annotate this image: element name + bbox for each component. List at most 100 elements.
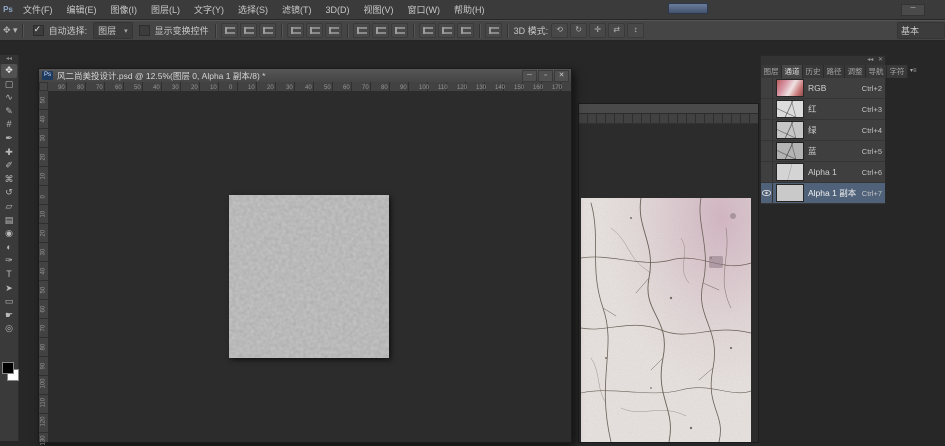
- panel-tab[interactable]: 导航: [866, 65, 887, 78]
- align-vertical-centers-icon[interactable]: [240, 23, 257, 38]
- minimize-app-button[interactable]: ─: [901, 4, 925, 16]
- gradient-tool[interactable]: ▤: [1, 214, 17, 228]
- healing-brush-tool[interactable]: ✚: [1, 146, 17, 160]
- document-titlebar[interactable]: Ps 风二尚美投设计.psd @ 12.5%(图层 0, Alpha 1 副本/…: [39, 69, 571, 83]
- 3d-scale-icon[interactable]: ↕: [627, 23, 644, 38]
- channel-row[interactable]: Alpha 1 副本Ctrl+7: [761, 183, 885, 204]
- visibility-toggle[interactable]: [761, 120, 773, 140]
- distribute-vertical-centers-icon[interactable]: [372, 23, 389, 38]
- zoom-tool[interactable]: ◎: [1, 322, 17, 336]
- menu-item[interactable]: 文件(F): [16, 5, 60, 15]
- panel-tab[interactable]: 历史: [803, 65, 824, 78]
- menu-item[interactable]: 滤镜(T): [275, 5, 319, 15]
- panel-tab[interactable]: 路径: [824, 65, 845, 78]
- marquee-tool[interactable]: ▢: [1, 78, 17, 92]
- channel-name: Alpha 1: [808, 167, 862, 177]
- panel-tab[interactable]: 调整: [845, 65, 866, 78]
- divider: [22, 24, 23, 38]
- workspace-switcher[interactable]: 基本: [897, 22, 945, 39]
- eraser-tool[interactable]: ▱: [1, 200, 17, 214]
- panel-tab[interactable]: 图层: [761, 65, 782, 78]
- menu-item[interactable]: 窗口(W): [401, 5, 448, 15]
- channel-name: RGB: [808, 83, 862, 93]
- crop-tool[interactable]: #: [1, 118, 17, 132]
- align-top-edges-icon[interactable]: [221, 23, 238, 38]
- collapse-panel-icon[interactable]: ◂◂: [867, 57, 873, 63]
- channel-shortcut: Ctrl+3: [862, 105, 882, 114]
- 3d-drag-icon[interactable]: ✛: [589, 23, 606, 38]
- menu-item[interactable]: 3D(D): [319, 5, 357, 15]
- menu-item[interactable]: 文字(Y): [187, 5, 231, 15]
- pen-tool[interactable]: ✑: [1, 254, 17, 268]
- auto-select-dropdown[interactable]: 图层 ▾: [93, 22, 133, 39]
- lasso-tool[interactable]: ∿: [1, 91, 17, 105]
- document-window[interactable]: Ps 风二尚美投设计.psd @ 12.5%(图层 0, Alpha 1 副本/…: [38, 68, 572, 443]
- channel-row[interactable]: 红Ctrl+3: [761, 99, 885, 120]
- 3d-slide-icon[interactable]: ⇄: [608, 23, 625, 38]
- channel-row[interactable]: Alpha 1Ctrl+6: [761, 162, 885, 183]
- dodge-tool[interactable]: ◐: [1, 241, 17, 255]
- blur-tool[interactable]: ◉: [1, 227, 17, 241]
- visibility-toggle[interactable]: [761, 162, 773, 182]
- channel-row[interactable]: RGBCtrl+2: [761, 78, 885, 99]
- eyedropper-tool[interactable]: ✒: [1, 132, 17, 146]
- channel-row[interactable]: 蓝Ctrl+5: [761, 141, 885, 162]
- visibility-toggle[interactable]: [761, 78, 773, 98]
- history-brush-tool[interactable]: ↺: [1, 186, 17, 200]
- quick-selection-tool[interactable]: ✎: [1, 105, 17, 119]
- canvas-area[interactable]: [48, 91, 571, 442]
- 3d-rotate-icon[interactable]: ⟲: [551, 23, 568, 38]
- distribute-right-edges-icon[interactable]: [457, 23, 474, 38]
- floating-window-fragment[interactable]: [668, 3, 708, 14]
- background-document-titlebar[interactable]: [579, 104, 758, 114]
- align-horizontal-centers-icon[interactable]: [306, 23, 323, 38]
- menu-item[interactable]: 编辑(E): [60, 5, 104, 15]
- show-transform-checkbox[interactable]: [139, 25, 150, 36]
- foreground-color-swatch[interactable]: [2, 362, 14, 374]
- visibility-toggle[interactable]: [761, 141, 773, 161]
- clone-stamp-tool[interactable]: ⌘: [1, 173, 17, 187]
- auto-align-layers-icon[interactable]: [485, 23, 502, 38]
- background-document-ruler: [579, 114, 758, 124]
- channel-shortcut: Ctrl+6: [862, 168, 882, 177]
- menu-item[interactable]: 选择(S): [231, 5, 275, 15]
- align-left-edges-icon[interactable]: [287, 23, 304, 38]
- v-ruler-label: 10: [41, 171, 47, 180]
- close-panel-icon[interactable]: ✕: [878, 57, 883, 63]
- channel-row[interactable]: 绿Ctrl+4: [761, 120, 885, 141]
- align-right-edges-icon[interactable]: [325, 23, 342, 38]
- channel-name: Alpha 1 副本: [808, 187, 862, 199]
- menu-item[interactable]: 帮助(H): [447, 5, 492, 15]
- restore-window-button[interactable]: ▫: [538, 70, 553, 82]
- minimize-window-button[interactable]: ─: [522, 70, 537, 82]
- distribute-top-edges-icon[interactable]: [353, 23, 370, 38]
- type-tool[interactable]: T: [1, 268, 17, 282]
- menu-item[interactable]: 图层(L): [144, 5, 187, 15]
- divider: [347, 24, 348, 38]
- visibility-toggle[interactable]: [761, 99, 773, 119]
- distribute-left-edges-icon[interactable]: [419, 23, 436, 38]
- channel-thumbnail: [776, 163, 804, 181]
- panel-menu-icon[interactable]: ▾≡: [908, 65, 919, 78]
- distribute-horizontal-centers-icon[interactable]: [438, 23, 455, 38]
- menu-item[interactable]: 图像(I): [104, 5, 145, 15]
- shape-tool[interactable]: ▭: [1, 295, 17, 309]
- 3d-roll-icon[interactable]: ↻: [570, 23, 587, 38]
- panel-tab[interactable]: 通道: [782, 65, 803, 78]
- panel-tab[interactable]: 字符: [887, 65, 908, 78]
- cracked-texture-image[interactable]: [581, 198, 751, 442]
- align-bottom-edges-icon[interactable]: [259, 23, 276, 38]
- background-document-window[interactable]: [578, 103, 759, 443]
- tool-preset-icon[interactable]: ✥ ▾: [3, 25, 18, 36]
- auto-select-checkbox[interactable]: [33, 25, 44, 36]
- brush-tool[interactable]: ✐: [1, 159, 17, 173]
- menu-item[interactable]: 视图(V): [357, 5, 401, 15]
- visibility-toggle[interactable]: [761, 183, 773, 203]
- canvas-image[interactable]: [229, 195, 389, 358]
- close-window-button[interactable]: ✕: [554, 70, 569, 82]
- collapse-tools-icon[interactable]: ◂◂: [0, 55, 18, 64]
- move-tool[interactable]: ✥: [1, 64, 17, 78]
- hand-tool[interactable]: ☛: [1, 309, 17, 323]
- distribute-bottom-edges-icon[interactable]: [391, 23, 408, 38]
- path-selection-tool[interactable]: ➤: [1, 282, 17, 296]
